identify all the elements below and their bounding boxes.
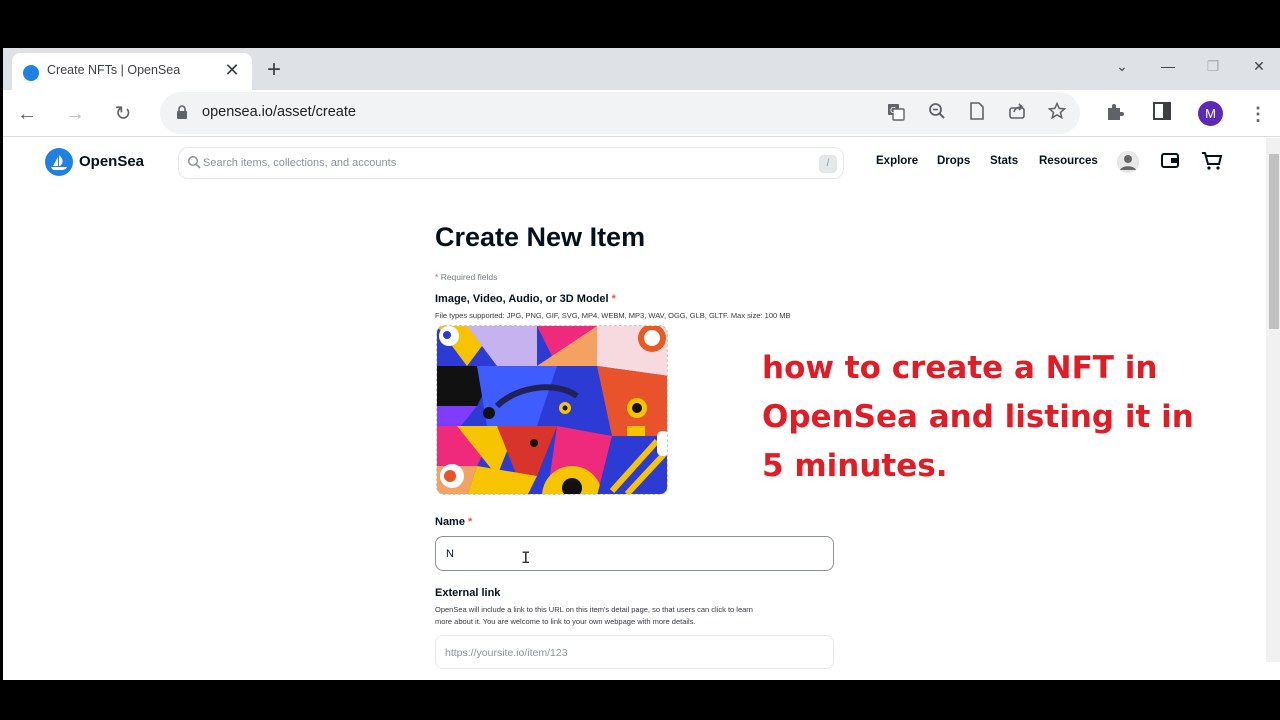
required-star: * [468,516,473,528]
nav-resources[interactable]: Resources [1039,155,1098,167]
external-link-label: External link [435,587,501,599]
wallet-icon[interactable] [1159,151,1181,173]
url-text[interactable]: opensea.io/asset/create [202,104,356,120]
external-link-placeholder: https://yoursite.io/item/123 [445,647,568,659]
name-label-text: Name [435,516,465,528]
page-title: Create New Item [435,222,646,252]
media-label: Image, Video, Audio, or 3D Model * [435,293,616,305]
search-input[interactable]: Search items, collections, and accounts … [178,147,844,179]
required-star: * [435,272,439,282]
caption-line-2: OpenSea and listing it in [762,399,1194,435]
opensea-header: OpenSea Search items, collections, and a… [3,138,1265,186]
more-menu-icon[interactable]: ⋮ [1245,101,1271,127]
required-fields-note: * Required fields [435,272,497,282]
scrollbar-thumb[interactable] [1269,154,1279,329]
search-placeholder: Search items, collections, and accounts [203,157,397,169]
bookmark-star-icon[interactable] [1046,101,1068,124]
translate-icon[interactable]: G [885,102,907,124]
restore-button[interactable]: ❐ [1193,52,1233,80]
share-icon[interactable] [1006,102,1028,124]
nav-explore[interactable]: Explore [876,155,918,167]
extensions-puzzle-icon[interactable] [1102,101,1128,127]
close-window-button[interactable]: ✕ [1239,52,1279,80]
search-icon [187,155,201,169]
tab-title: Create NFTs | OpenSea [47,63,181,77]
external-link-input[interactable]: https://yoursite.io/item/123 [435,635,834,669]
tab-search-chevron-down-icon[interactable]: ⌄ [1102,52,1142,80]
opensea-logo-icon[interactable] [45,148,73,176]
required-star: * [611,293,616,305]
name-input-value: N [446,548,454,560]
external-link-help-line-2: more about it. You are welcome to link t… [435,617,696,626]
opensea-logo-text[interactable]: OpenSea [79,153,144,170]
lock-icon [177,105,187,119]
uploaded-artwork-preview[interactable] [436,325,668,495]
page-icon[interactable] [966,102,988,124]
new-tab-button[interactable]: + [260,56,288,84]
media-label-text: Image, Video, Audio, or 3D Model [435,293,609,305]
profile-avatar[interactable]: M [1198,101,1223,126]
browser-window: Create NFTs | OpenSea ✕ + ⌄ — ❐ ✕ ← → ↻ … [3,48,1280,680]
cart-icon[interactable] [1201,151,1223,173]
page-content: OpenSea Search items, collections, and a… [3,138,1265,680]
name-input[interactable]: N [435,536,834,571]
reload-button[interactable]: ↻ [108,99,138,129]
media-help-text: File types supported: JPG, PNG, GIF, SVG… [435,311,791,320]
required-fields-text: Required fields [440,272,498,282]
svg-text:G: G [890,106,896,115]
video-caption-text: how to create a NFT in OpenSea and listi… [762,344,1202,491]
browser-toolbar: ← → ↻ opensea.io/asset/create G M ⋮ [3,90,1280,137]
tab-close-icon[interactable]: ✕ [220,58,244,82]
external-link-help-line-1: OpenSea will include a link to this URL … [435,605,753,614]
caption-line-1: how to create a NFT in [762,350,1158,386]
page-scrollbar[interactable] [1266,138,1280,662]
address-bar[interactable]: opensea.io/asset/create G [160,92,1080,134]
caption-line-3: 5 minutes. [762,448,948,484]
nav-stats[interactable]: Stats [990,155,1018,167]
back-button[interactable]: ← [12,99,42,129]
letterbox-bottom [0,680,1280,720]
forward-button[interactable]: → [60,99,90,129]
opensea-favicon-icon [23,65,39,81]
zoom-out-icon[interactable] [926,102,948,124]
tab-strip: Create NFTs | OpenSea ✕ + ⌄ — ❐ ✕ [3,48,1280,90]
tab-active[interactable]: Create NFTs | OpenSea ✕ [12,53,252,90]
side-panel-icon[interactable] [1149,101,1175,127]
nav-drops[interactable]: Drops [937,155,970,167]
minimize-button[interactable]: — [1148,52,1188,80]
account-avatar[interactable] [1117,151,1139,173]
name-label: Name * [435,516,472,528]
search-shortcut-badge: / [819,155,837,173]
text-cursor-icon: I [521,548,531,567]
